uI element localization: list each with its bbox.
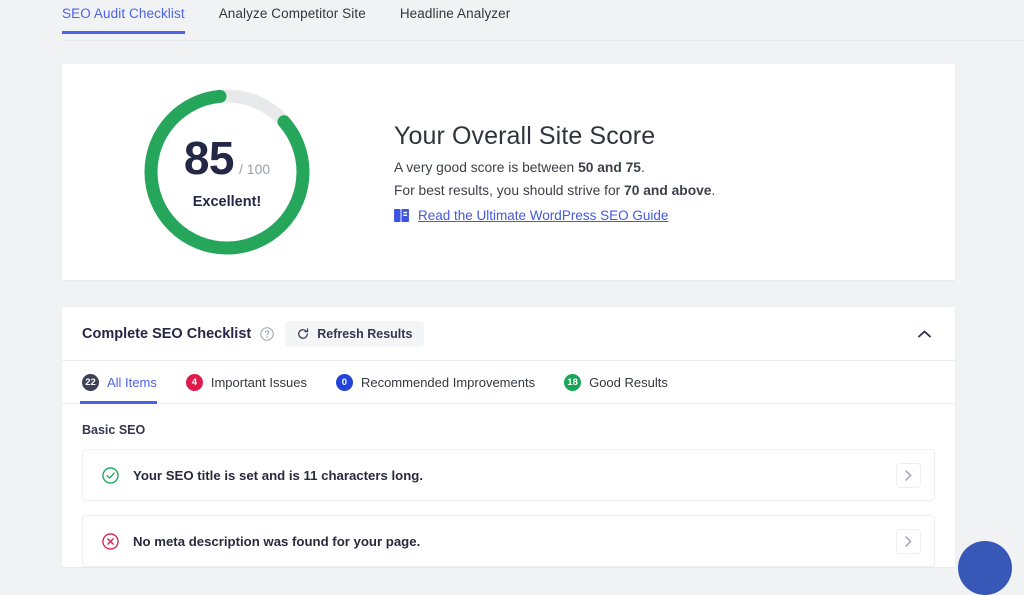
score-rating-label: Excellent! — [193, 194, 262, 210]
tab-label: Analyze Competitor Site — [219, 6, 366, 21]
checklist-group-title: Basic SEO — [82, 423, 935, 437]
score-gauge: 85 / 100 Excellent! — [141, 86, 313, 258]
filter-tab-label: All Items — [107, 375, 157, 390]
filter-tab-label: Important Issues — [211, 375, 307, 390]
chevron-up-icon — [918, 330, 931, 338]
x-circle-icon — [102, 533, 119, 550]
seo-guide-link[interactable]: Read the Ultimate WordPress SEO Guide — [418, 208, 668, 223]
filter-tab-good-results[interactable]: 18 Good Results — [564, 361, 668, 404]
score-value-row: 85 / 100 — [184, 135, 270, 181]
table-row[interactable]: No meta description was found for your p… — [82, 515, 935, 567]
score-gauge-wrapper: 85 / 100 Excellent! — [62, 86, 392, 258]
seo-guide-row[interactable]: Read the Ultimate WordPress SEO Guide — [394, 208, 715, 223]
tab-label: Headline Analyzer — [400, 6, 511, 21]
top-navigation: SEO Audit Checklist Analyze Competitor S… — [0, 0, 1024, 41]
tab-analyze-competitor-site[interactable]: Analyze Competitor Site — [219, 0, 366, 34]
expand-item-button[interactable] — [896, 463, 921, 488]
checklist-body: Basic SEO Your SEO title is set and is 1… — [62, 404, 955, 567]
tab-seo-audit-checklist[interactable]: SEO Audit Checklist — [62, 0, 185, 34]
tab-label: SEO Audit Checklist — [62, 6, 185, 21]
score-title: Your Overall Site Score — [394, 122, 715, 151]
filter-tab-important-issues[interactable]: 4 Important Issues — [186, 361, 307, 404]
score-range-prefix: A very good score is between — [394, 160, 578, 175]
filter-badge-count: 4 — [186, 374, 203, 391]
table-row[interactable]: Your SEO title is set and is 11 characte… — [82, 449, 935, 501]
score-description: Your Overall Site Score A very good scor… — [392, 122, 715, 223]
filter-tab-all-items[interactable]: 22 All Items — [82, 361, 157, 404]
checklist-filter-tabs: 22 All Items 4 Important Issues 0 Recomm… — [62, 361, 955, 404]
help-circle-icon[interactable] — [260, 327, 274, 341]
check-circle-icon — [102, 467, 119, 484]
checklist-title: Complete SEO Checklist — [82, 326, 251, 342]
overall-score-card: 85 / 100 Excellent! Your Overall Site Sc… — [62, 64, 955, 280]
score-target-prefix: For best results, you should strive for — [394, 183, 624, 198]
filter-tab-label: Recommended Improvements — [361, 375, 535, 390]
score-target-line: For best results, you should strive for … — [394, 183, 715, 198]
score-range-value: 50 and 75 — [578, 160, 641, 175]
filter-badge-count: 0 — [336, 374, 353, 391]
tab-headline-analyzer[interactable]: Headline Analyzer — [400, 0, 511, 34]
filter-tab-recommended-improvements[interactable]: 0 Recommended Improvements — [336, 361, 535, 404]
score-target-value: 70 and above — [624, 183, 711, 198]
collapse-checklist-button[interactable] — [913, 323, 935, 345]
chat-bubble-icon[interactable] — [958, 541, 1012, 595]
score-target-suffix: . — [711, 183, 715, 198]
score-value: 85 — [184, 135, 234, 181]
filter-tab-label: Good Results — [589, 375, 668, 390]
expand-item-button[interactable] — [896, 529, 921, 554]
checklist-header: Complete SEO Checklist Refresh Results — [62, 307, 955, 361]
refresh-results-label: Refresh Results — [317, 327, 412, 341]
score-gauge-center: 85 / 100 Excellent! — [141, 86, 313, 258]
checklist-item-text: Your SEO title is set and is 11 characte… — [133, 468, 423, 483]
seo-checklist-card: Complete SEO Checklist Refresh Results 2… — [62, 307, 955, 567]
refresh-icon — [297, 328, 309, 340]
score-total: / 100 — [239, 162, 270, 176]
chevron-right-icon — [905, 470, 912, 481]
filter-badge-count: 22 — [82, 374, 99, 391]
score-range-line: A very good score is between 50 and 75. — [394, 160, 715, 175]
chevron-right-icon — [905, 536, 912, 547]
refresh-results-button[interactable]: Refresh Results — [285, 321, 424, 347]
score-range-suffix: . — [641, 160, 645, 175]
book-icon — [394, 209, 409, 222]
checklist-item-text: No meta description was found for your p… — [133, 534, 420, 549]
filter-badge-count: 18 — [564, 374, 581, 391]
